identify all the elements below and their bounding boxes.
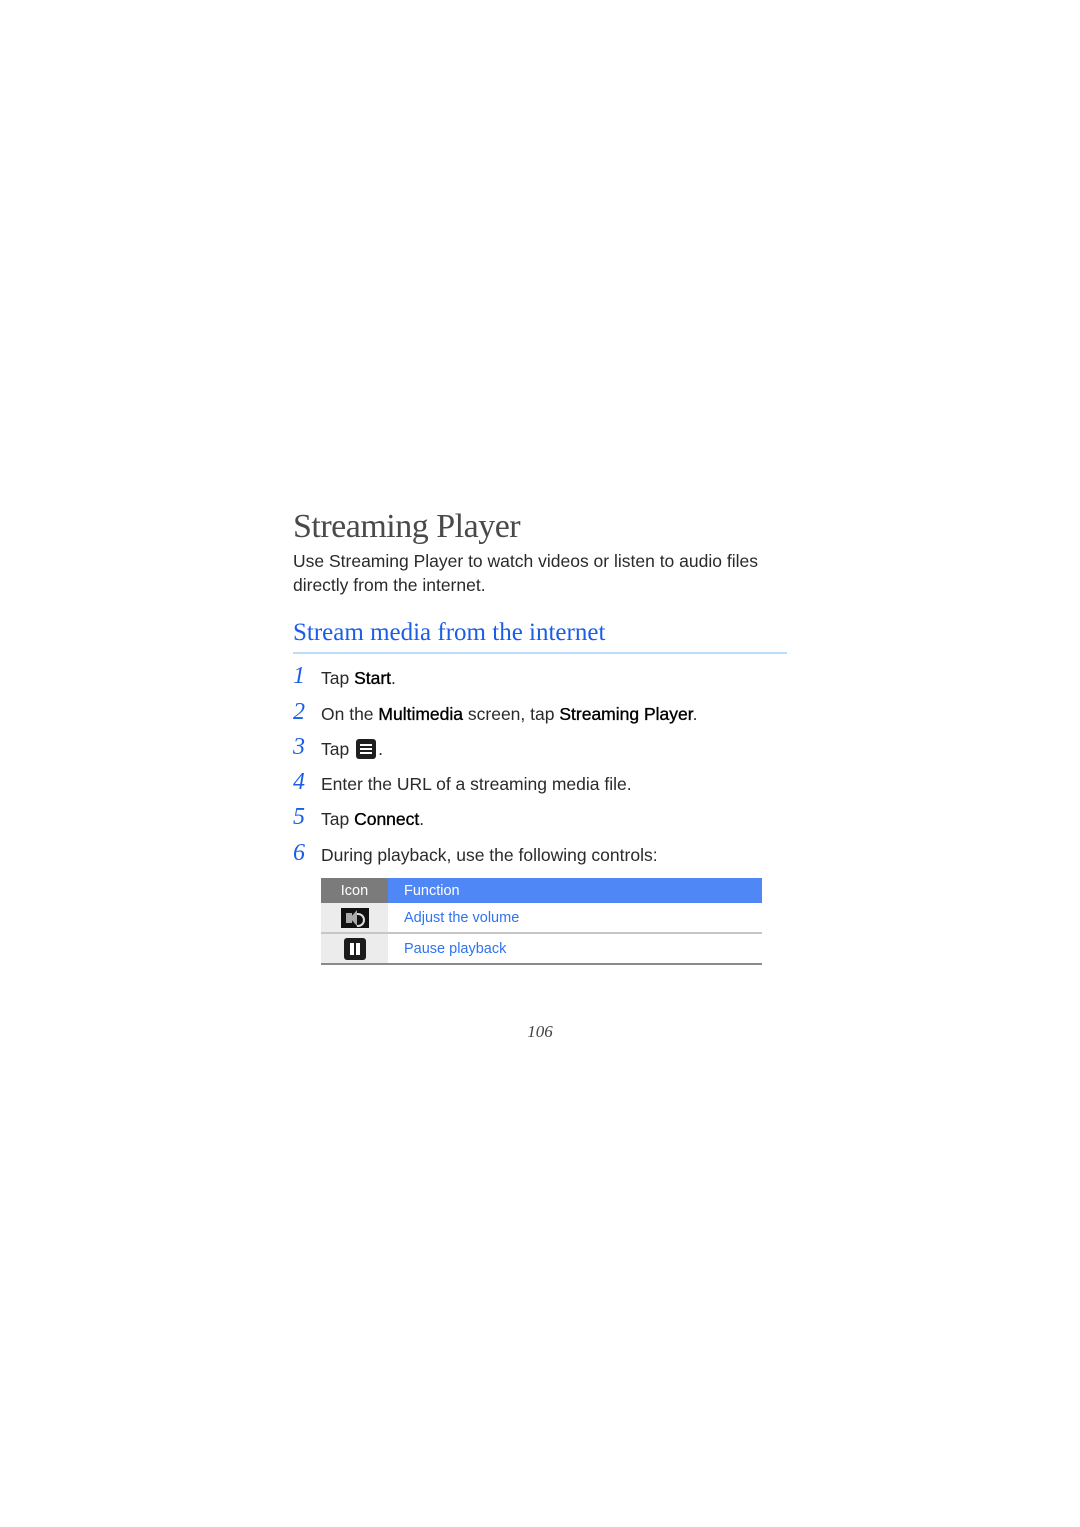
ui-term: Streaming Player [559, 704, 693, 724]
step-number: 3 [293, 734, 305, 760]
menu-list-icon [356, 739, 377, 759]
section-divider [293, 652, 787, 654]
step-text: Tap [321, 739, 355, 759]
step-text: Tap [321, 809, 355, 829]
step-number: 1 [293, 663, 305, 689]
function-label: Adjust the volume [388, 903, 762, 934]
table-row: Pause playback [321, 933, 762, 965]
step-number: 2 [293, 699, 305, 725]
step-text: During playback, use the following contr… [321, 845, 658, 865]
header-function: Function [388, 878, 762, 903]
intro-paragraph: Use Streaming Player to watch videos or … [293, 551, 758, 595]
ui-term: Connect [354, 809, 420, 829]
header-icon: Icon [321, 878, 388, 903]
step-text: Tap [321, 668, 355, 688]
controls-table: Icon Function Adjust the volume Pause pl… [321, 878, 762, 965]
page-title: Streaming Player [293, 508, 521, 545]
ui-term: Multimedia [378, 704, 464, 724]
step-text: Enter the URL of a streaming media file. [321, 774, 632, 794]
step-text: . [391, 668, 396, 688]
page-number: 106 [527, 1022, 553, 1041]
table-row: Adjust the volume [321, 903, 762, 934]
step-text: On the [321, 704, 379, 724]
step-text: screen, tap [463, 704, 560, 724]
function-label: Pause playback [388, 933, 762, 965]
step-text: . [692, 704, 698, 724]
table-header-row: Icon Function [321, 878, 762, 903]
section-title: Stream media from the internet [293, 619, 606, 646]
volume-icon [340, 907, 369, 928]
step-number: 4 [293, 769, 305, 795]
step-number: 6 [293, 840, 305, 866]
pause-icon [343, 937, 366, 960]
step-text: . [419, 809, 425, 829]
step-text: . [378, 739, 383, 759]
step-number: 5 [293, 804, 305, 830]
ui-term: Start [354, 668, 392, 688]
